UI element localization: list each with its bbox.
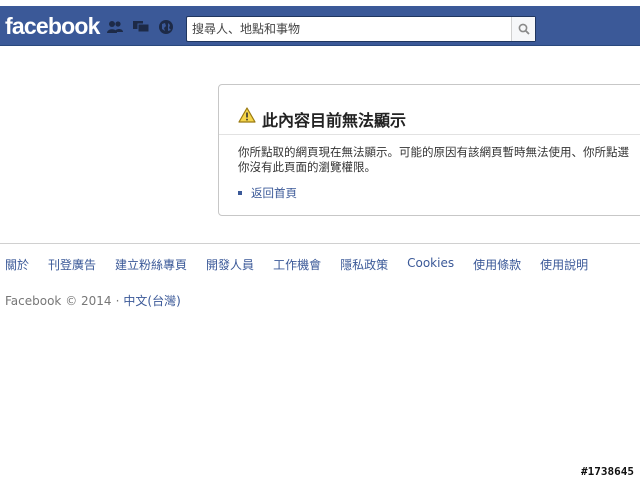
- footer-link-help[interactable]: 使用說明: [540, 256, 588, 273]
- footer-link-careers[interactable]: 工作機會: [273, 256, 321, 273]
- footer-link-create-page[interactable]: 建立粉絲專頁: [115, 256, 187, 273]
- footer-link-privacy[interactable]: 隱私政策: [340, 256, 388, 273]
- footer-link-cookies[interactable]: Cookies: [407, 256, 454, 273]
- error-title: 此內容目前無法顯示: [262, 111, 407, 130]
- copyright-text: Facebook © 2014: [5, 294, 112, 308]
- error-message-line-2: 你沒有此頁面的瀏覽權限。: [238, 160, 376, 174]
- facebook-logo[interactable]: facebook: [5, 13, 100, 40]
- footer-link-terms[interactable]: 使用條款: [473, 256, 521, 273]
- language-selector-link[interactable]: 中文(台灣): [123, 294, 180, 308]
- messages-icon[interactable]: [133, 19, 149, 35]
- search-input[interactable]: [187, 17, 512, 41]
- bullet-icon: [238, 191, 242, 195]
- footer-links: 關於 刊登廣告 建立粉絲專頁 開發人員 工作機會 隱私政策 Cookies 使用…: [5, 256, 607, 273]
- footer-copyright-row: Facebook © 2014 · 中文(台灣): [5, 292, 181, 309]
- back-to-home-link[interactable]: 返回首頁: [251, 185, 297, 201]
- error-message: 你所點取的網頁現在無法顯示。可能的原因有該網頁暫時無法使用、你所點選 你沒有此頁…: [238, 145, 640, 175]
- footer-link-about[interactable]: 關於: [5, 256, 29, 273]
- top-navigation-bar: facebook: [0, 0, 640, 50]
- error-message-line-1: 你所點取的網頁現在無法顯示。可能的原因有該網頁暫時無法使用、你所點選: [238, 145, 629, 159]
- footer-link-developers[interactable]: 開發人員: [206, 256, 254, 273]
- footer-link-advertising[interactable]: 刊登廣告: [48, 256, 96, 273]
- warning-icon: [238, 107, 256, 123]
- search-box: [186, 16, 536, 42]
- separator: ·: [115, 294, 120, 308]
- back-home-row: 返回首頁: [238, 185, 297, 201]
- notifications-globe-icon[interactable]: [158, 19, 174, 35]
- footer-divider: [0, 243, 640, 244]
- watermark-id: #1738645: [581, 465, 634, 478]
- search-button[interactable]: [511, 17, 535, 41]
- search-icon: [518, 23, 530, 35]
- error-card: 此內容目前無法顯示 你所點取的網頁現在無法顯示。可能的原因有該網頁暫時無法使用、…: [218, 84, 640, 216]
- friend-requests-icon[interactable]: [107, 19, 123, 35]
- error-card-header: 此內容目前無法顯示: [219, 85, 640, 135]
